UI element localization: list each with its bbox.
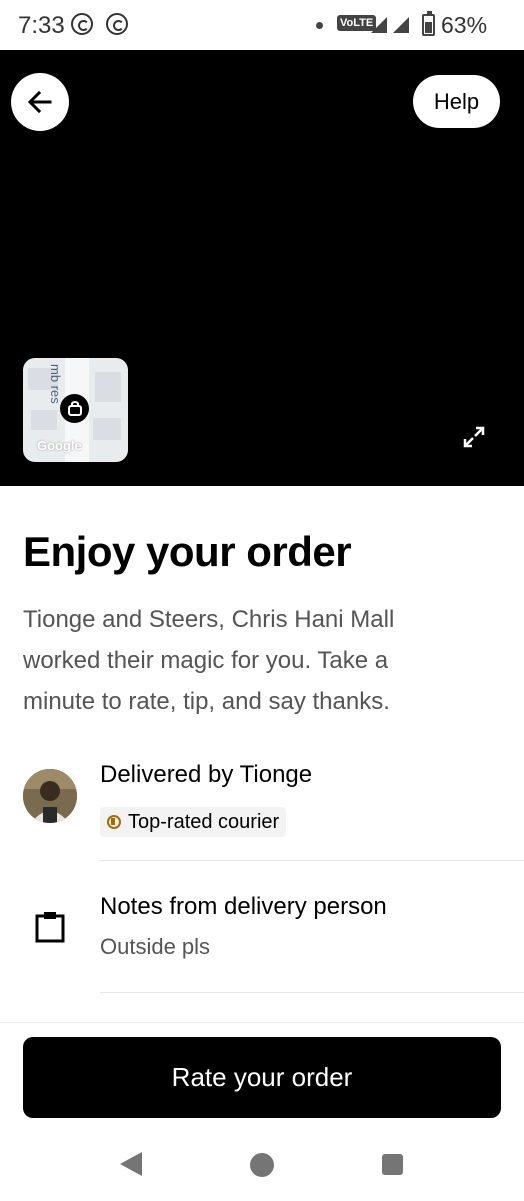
badge-label: Top-rated courier	[128, 810, 280, 833]
arrow-left-icon	[27, 90, 52, 114]
divider	[100, 860, 524, 861]
signal-icon	[371, 17, 387, 33]
divider-2	[100, 992, 524, 993]
order-description: Tionge and Steers, Chris Hani Mall worke…	[23, 606, 395, 715]
notification-dot-icon	[316, 22, 323, 29]
map-street-label: mb res	[48, 364, 63, 404]
top-rated-badge: Top-rated courier	[100, 807, 287, 837]
battery-icon	[422, 11, 435, 36]
courier-name: Delivered by Tionge	[100, 761, 313, 788]
shopping-bag-pin-icon	[60, 394, 89, 423]
badge-icon	[107, 815, 121, 829]
whatsapp-icon	[71, 13, 93, 35]
google-attribution: Google	[37, 438, 82, 453]
notes-title: Notes from delivery person	[100, 893, 387, 920]
expand-icon[interactable]	[463, 426, 485, 448]
signal-icon-2	[393, 17, 409, 33]
whatsapp-business-icon	[106, 13, 128, 35]
recents-nav-icon[interactable]	[382, 1154, 403, 1175]
home-nav-icon[interactable]	[250, 1153, 274, 1177]
map-area[interactable]: Help mb res Google	[0, 50, 524, 486]
help-button[interactable]: Help	[413, 75, 500, 128]
back-nav-icon[interactable]	[120, 1152, 142, 1176]
map-thumbnail[interactable]: mb res Google	[23, 358, 128, 462]
page-title: Enjoy your order	[23, 528, 352, 575]
clipboard-icon	[35, 912, 65, 943]
rate-order-button[interactable]: Rate your order	[23, 1037, 501, 1118]
back-button[interactable]	[11, 73, 69, 131]
battery-percent: 63%	[441, 12, 488, 38]
notes-body: Outside pls	[100, 934, 211, 959]
courier-avatar	[23, 769, 77, 823]
status-bar: 7:33 VoLTE 63%	[0, 0, 524, 50]
status-time: 7:33	[18, 12, 65, 39]
